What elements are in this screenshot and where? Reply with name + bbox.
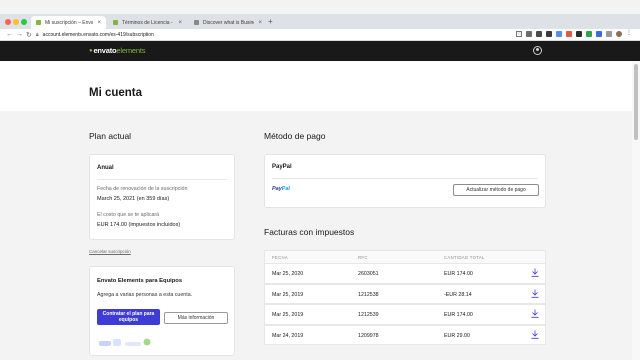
page-title: Mi cuenta [89,87,143,99]
extension-icons: ☆ ⋮ [516,30,632,37]
renewal-value: March 25, 2021 (en 359 días) [97,196,170,202]
invoice-rfc: 1209978 [358,332,379,339]
table-row: Mar 25, 2019 1212538 -EUR 28.14 [264,283,546,304]
payment-method-name: PayPal [272,164,292,170]
lock-icon: 🔒︎ [36,32,39,38]
tab-mi-suscripcion[interactable]: Mi suscripción – Envato Eleme × [31,16,106,29]
column-header-rfc: RFC [358,255,368,260]
scrollbar-thumb[interactable] [634,64,638,140]
table-header: FECHA RFC CANTIDAD TOTAL [264,250,546,263]
teams-title: Envato Elements para Equipos [97,278,183,284]
invoice-date: Mar 25, 2019 [272,312,304,318]
browser-toolbar: ← → ↻ 🔒︎ account.elements.envato.com/es-… [0,29,640,41]
extension-icon[interactable] [606,31,612,37]
extension-icon[interactable] [586,31,592,37]
download-icon[interactable] [531,309,539,318]
user-account-icon[interactable] [533,46,542,55]
logo-text: elements [116,46,146,55]
invoices-section-title: Facturas con impuestos [264,227,355,237]
close-window-icon[interactable] [5,19,11,25]
site-header: ● envato elements [0,41,640,61]
forward-icon[interactable]: → [16,31,23,38]
tab-title: Mi suscripción – Envato Eleme [45,19,94,26]
leaf-icon: ● [89,47,93,54]
browser-menu-icon[interactable]: ⋮ [626,30,632,37]
invoice-date: Mar 25, 2019 [272,291,304,298]
table-row: Mar 25, 2019 1212539 EUR 174.00 [264,304,546,325]
plan-card: Anual Fecha de renovación de la suscripc… [89,154,235,240]
paypal-logo-part: Pay [272,186,282,192]
extension-icon[interactable] [546,31,552,37]
extension-icon[interactable] [536,31,542,37]
column-header-date: FECHA [272,255,289,260]
bookmark-star-icon[interactable]: ☆ [516,31,522,37]
extension-icon[interactable] [596,31,602,37]
invoice-amount: -EUR 28.14 [444,291,472,298]
divider [97,179,227,180]
back-icon[interactable]: ← [6,31,13,38]
payment-card: PayPal PayPal Actualizar método de pago [264,154,546,208]
invoice-date: Mar 25, 2020 [272,271,304,277]
teams-description: Agrega a varias personas a esta cuenta. [97,292,193,298]
profile-avatar[interactable] [616,31,622,37]
teams-illustration-icon [99,338,151,346]
invoice-date: Mar 24, 2019 [272,332,304,339]
envato-favicon-icon [113,20,118,25]
extension-icon[interactable] [526,31,532,37]
plan-name: Anual [97,165,114,171]
table-row: Mar 25, 2020 2603051 EUR 174.00 [264,263,546,284]
paypal-logo: PayPal [272,186,290,192]
invoice-amount: EUR 29.00 [444,332,470,339]
logo-text: envato [93,46,117,55]
close-tab-icon[interactable]: × [258,20,262,26]
extension-icon[interactable] [556,31,562,37]
cancel-subscription-link[interactable]: Cancelar suscripción [89,249,131,254]
cost-label: El costo que se te aplicará [97,212,160,218]
envato-favicon-icon [36,20,41,25]
tab-terminos-licencia[interactable]: Términos de Licencia - Envato × [108,16,187,29]
close-tab-icon[interactable]: × [97,20,101,26]
paypal-logo-part: Pal [281,186,291,192]
download-icon[interactable] [531,268,539,277]
invoice-amount: EUR 174.00 [444,271,473,277]
table-row: Mar 24, 2019 1209978 EUR 29.00 [264,324,546,345]
invoice-rfc: 1212538 [358,291,379,298]
plan-section-title: Plan actual [89,131,132,141]
tab-discover-business[interactable]: Discover what is Business Act × [189,16,267,29]
envato-elements-logo[interactable]: ● envato elements [89,46,145,55]
more-info-button[interactable]: Más información [164,312,228,324]
minimize-window-icon[interactable] [13,19,19,25]
extension-icon[interactable] [566,31,572,37]
download-icon[interactable] [531,330,539,339]
page-hero [0,61,632,111]
invoice-rfc: 2603051 [358,271,379,277]
tab-title: Discover what is Business Act [203,19,254,26]
column-header-total: CANTIDAD TOTAL [444,255,485,260]
reload-icon[interactable]: ↻ [26,31,32,39]
update-payment-method-button[interactable]: Actualizar método de pago [453,184,539,196]
extension-icon[interactable] [576,31,582,37]
divider [272,178,538,179]
address-bar[interactable]: 🔒︎ account.elements.envato.com/es-419/su… [36,30,531,40]
cost-value: EUR 174.00 (impuestos incluidos) [97,222,181,228]
new-tab-button[interactable]: + [268,17,273,26]
invoice-amount: EUR 174.00 [444,312,473,318]
url-text: account.elements.envato.com/es-419/subsc… [42,32,154,38]
payment-section-title: Método de pago [264,131,326,141]
close-tab-icon[interactable]: × [178,20,182,26]
browser-tab-bar: Mi suscripción – Envato Eleme × Términos… [0,14,640,29]
download-icon[interactable] [531,289,539,298]
tab-title: Términos de Licencia - Envato [122,19,174,26]
page-favicon-icon [194,20,199,25]
maximize-window-icon[interactable] [21,19,27,25]
hire-team-plan-button[interactable]: Contratar el plan para equipos [97,309,160,325]
renewal-label: Fecha de renovación de la suscripción [97,186,188,192]
invoice-rfc: 1212539 [358,312,379,318]
invoices-table: FECHA RFC CANTIDAD TOTAL Mar 25, 2020 26… [264,250,546,345]
